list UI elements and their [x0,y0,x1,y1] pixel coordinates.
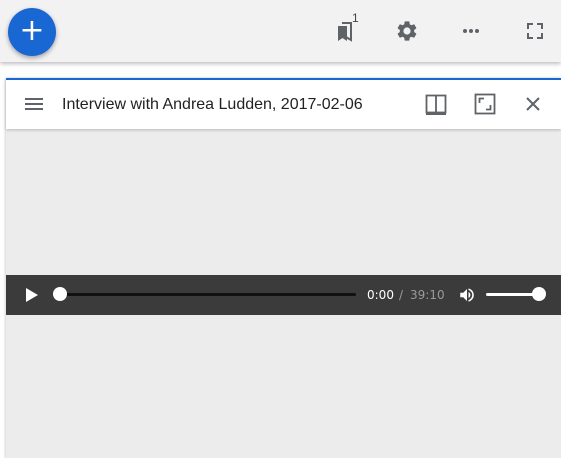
media-window: Interview with Andrea Ludden, 2017-02-06 [6,78,561,458]
fullscreen-icon [527,23,543,39]
top-toolbar: + 1 [0,0,561,62]
audio-player: 0:00 / 39:10 [6,275,561,315]
add-button[interactable]: + [8,8,56,56]
window-title: Interview with Andrea Ludden, 2017-02-06 [62,96,363,113]
split-view-button[interactable] [419,87,453,121]
more-options-button[interactable] [454,14,488,48]
fullscreen-button[interactable] [518,14,552,48]
close-icon [526,97,540,111]
more-horizontal-icon [463,29,479,33]
close-window-button[interactable] [516,87,550,121]
bookmark-count-badge: 1 [352,11,359,25]
split-view-icon [425,94,447,115]
maximize-window-button[interactable] [468,87,502,121]
volume-icon [460,288,474,302]
current-time: 0:00 [367,288,394,302]
play-icon [26,288,38,302]
maximize-icon [474,93,496,115]
settings-button[interactable] [390,14,424,48]
menu-icon [25,98,43,110]
window-menu-button[interactable] [17,87,51,121]
volume-handle[interactable] [532,287,546,301]
time-separator: / [399,288,404,302]
play-button[interactable] [14,278,48,312]
gear-icon [397,21,417,41]
seek-bar[interactable] [60,293,356,296]
duration: 39:10 [410,288,445,302]
seek-handle[interactable] [53,287,67,301]
mute-button[interactable] [450,278,484,312]
window-header: Interview with Andrea Ludden, 2017-02-06 [6,78,561,129]
